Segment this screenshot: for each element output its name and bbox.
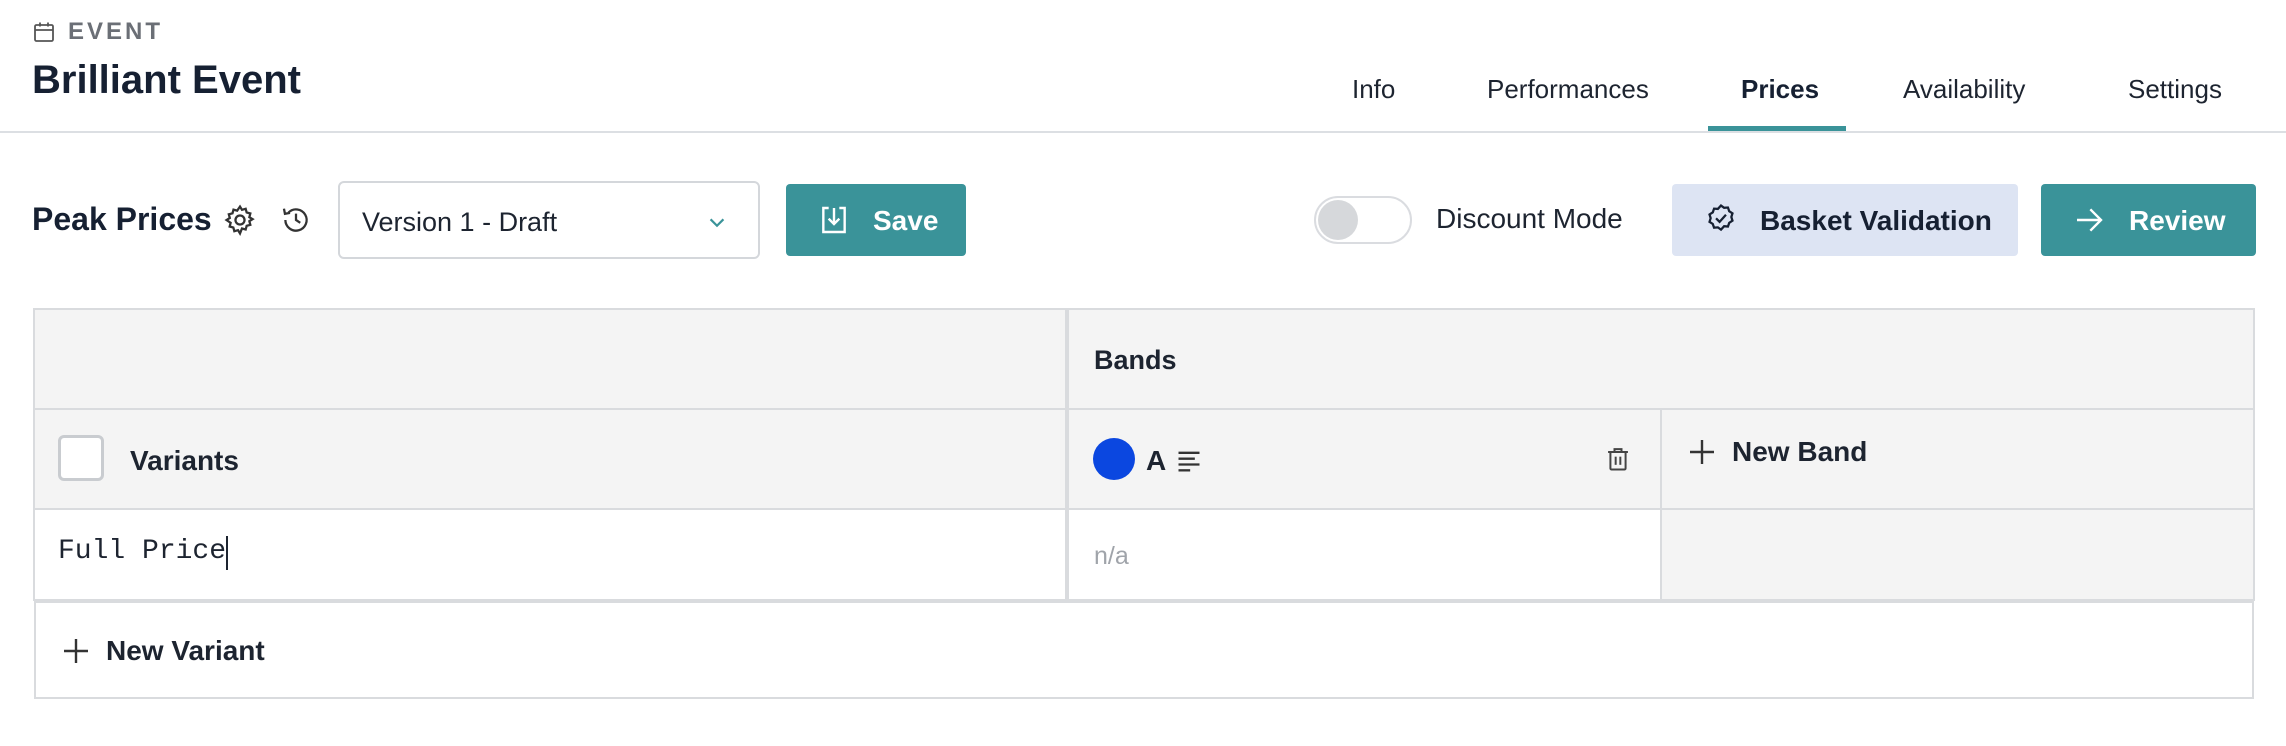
tab-settings[interactable]: Settings bbox=[2128, 74, 2222, 105]
grid-border bbox=[2253, 308, 2255, 601]
grid-border bbox=[34, 508, 2254, 510]
band-color-swatch[interactable] bbox=[1093, 438, 1135, 480]
new-band-button[interactable]: New Band bbox=[1686, 436, 1867, 468]
badge-check-icon bbox=[1708, 204, 1734, 232]
active-tab-indicator bbox=[1708, 126, 1846, 131]
calendar-icon bbox=[34, 22, 54, 42]
price-list-title: Peak Prices bbox=[32, 201, 212, 237]
arrow-right-icon bbox=[2077, 208, 2103, 232]
select-all-checkbox[interactable] bbox=[58, 435, 104, 481]
bands-header: Bands bbox=[1094, 345, 1177, 375]
version-select[interactable]: Version 1 - Draft bbox=[338, 181, 760, 259]
eyebrow-label: EVENT bbox=[68, 18, 164, 45]
variants-header: Variants bbox=[130, 445, 239, 476]
page-header: EVENT Brilliant Event Info Performances … bbox=[0, 0, 2286, 133]
band-name: A bbox=[1146, 445, 1167, 476]
plus-icon bbox=[1690, 440, 1714, 464]
trash-icon[interactable] bbox=[1604, 445, 1632, 473]
basket-validation-button[interactable]: Basket Validation bbox=[1672, 184, 2018, 256]
review-button-label: Review bbox=[2129, 205, 2226, 236]
grid-border bbox=[33, 308, 35, 601]
tab-prices[interactable]: Prices bbox=[1741, 74, 1819, 105]
variant-name-input[interactable] bbox=[58, 536, 758, 567]
discount-mode-toggle[interactable] bbox=[1314, 196, 1412, 244]
empty-band-cell bbox=[1662, 509, 2254, 601]
text-caret bbox=[226, 536, 228, 570]
save-icon bbox=[822, 206, 846, 234]
new-band-label: New Band bbox=[1732, 436, 1868, 467]
gear-icon[interactable] bbox=[223, 203, 257, 237]
text-align-icon[interactable] bbox=[1175, 447, 1203, 475]
new-variant-button[interactable]: New Variant bbox=[34, 601, 2254, 699]
eyebrow: EVENT bbox=[32, 18, 163, 46]
save-button-label: Save bbox=[873, 205, 939, 236]
discount-mode-label: Discount Mode bbox=[1436, 203, 1623, 234]
tab-info[interactable]: Info bbox=[1352, 74, 1395, 105]
version-select-value: Version 1 - Draft bbox=[362, 207, 558, 237]
band-price-cell[interactable]: n/a bbox=[1094, 542, 1129, 571]
grid-border bbox=[34, 408, 2254, 410]
review-button[interactable]: Review bbox=[2041, 184, 2256, 256]
plus-icon bbox=[64, 639, 88, 663]
history-icon[interactable] bbox=[279, 203, 313, 237]
grid-column-divider bbox=[1065, 308, 1069, 601]
basket-validation-label: Basket Validation bbox=[1760, 205, 1992, 236]
grid-border bbox=[34, 308, 2254, 310]
page-title: Brilliant Event bbox=[32, 58, 301, 102]
tab-performances[interactable]: Performances bbox=[1487, 74, 1649, 105]
grid-border bbox=[1660, 408, 1662, 601]
toggle-knob bbox=[1318, 200, 1358, 240]
tab-availability[interactable]: Availability bbox=[1903, 74, 2025, 105]
new-variant-label: New Variant bbox=[106, 635, 265, 666]
chevron-down-icon bbox=[709, 218, 725, 228]
save-button[interactable]: Save bbox=[786, 184, 966, 256]
